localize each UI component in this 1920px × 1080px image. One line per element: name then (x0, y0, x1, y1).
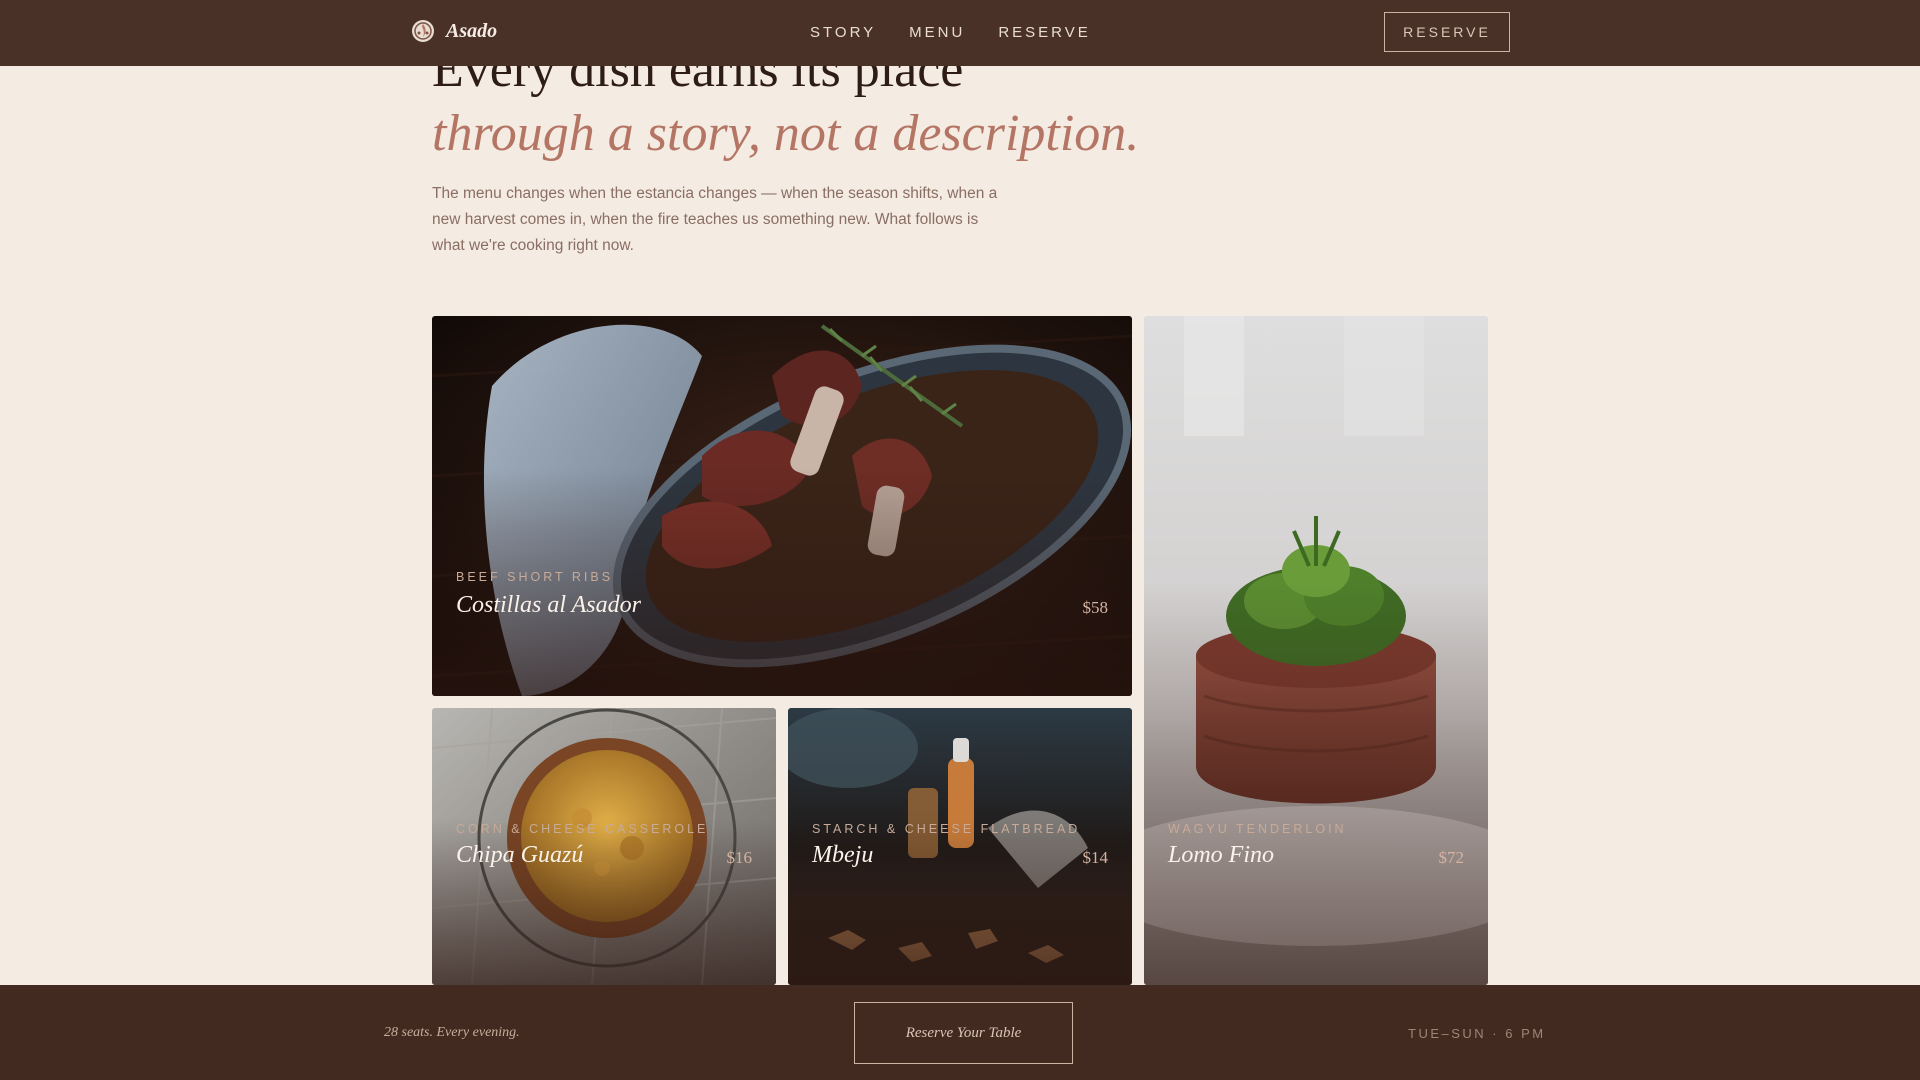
footer-tagline: 28 seats. Every evening. (384, 1025, 520, 1040)
main-nav: STORY MENU RESERVE (810, 24, 1091, 41)
dish-price: $14 (1082, 848, 1109, 867)
footer-hours: TUE–SUN · 6 PM (1408, 1026, 1546, 1041)
reserve-table-button[interactable]: Reserve Your Table (854, 1002, 1073, 1064)
card-shade (432, 316, 1132, 696)
dish-kicker: STARCH & CHEESE FLATBREAD (812, 822, 1081, 836)
dish-card-lomo-fino[interactable]: WAGYU TENDERLOIN Lomo Fino $72 (1144, 316, 1488, 985)
flame-seal-icon (412, 20, 434, 42)
hero-description: The menu changes when the estancia chang… (432, 185, 998, 254)
nav-link-story[interactable]: STORY (810, 24, 876, 41)
hero-subtitle: through a story, not a description. (432, 105, 1140, 162)
nav-link-menu[interactable]: MENU (909, 24, 965, 41)
dish-name: Mbeju (812, 842, 874, 868)
dish-card-costillas[interactable]: BEEF SHORT RIBS Costillas al Asador $58 (432, 316, 1132, 696)
dish-kicker: BEEF SHORT RIBS (456, 570, 614, 584)
dish-name: Costillas al Asador (456, 592, 641, 618)
dish-name: Chipa Guazú (456, 842, 584, 868)
dish-price: $72 (1438, 848, 1465, 867)
dish-kicker: CORN & CHEESE CASSEROLE (456, 822, 709, 836)
dish-name: Lomo Fino (1168, 842, 1275, 868)
dish-card-chipa-guazu[interactable]: CORN & CHEESE CASSEROLE Chipa Guazú $16 (432, 708, 776, 985)
nav-link-reserve[interactable]: RESERVE (998, 24, 1090, 41)
header-reserve-button[interactable]: RESERVE (1384, 12, 1510, 52)
reservation-bar: 28 seats. Every evening. Reserve Your Ta… (0, 985, 1920, 1080)
brand-name: Asado (446, 19, 498, 42)
brand[interactable]: Asado (410, 18, 497, 44)
dish-price: $58 (1082, 598, 1109, 617)
dish-price: $16 (726, 848, 753, 867)
card-shade (1144, 316, 1488, 985)
dish-card-mbeju[interactable]: STARCH & CHEESE FLATBREAD Mbeju $14 (788, 708, 1132, 985)
site-header: Asado STORY MENU RESERVE RESERVE (0, 0, 1920, 66)
dish-kicker: WAGYU TENDERLOIN (1168, 822, 1347, 836)
